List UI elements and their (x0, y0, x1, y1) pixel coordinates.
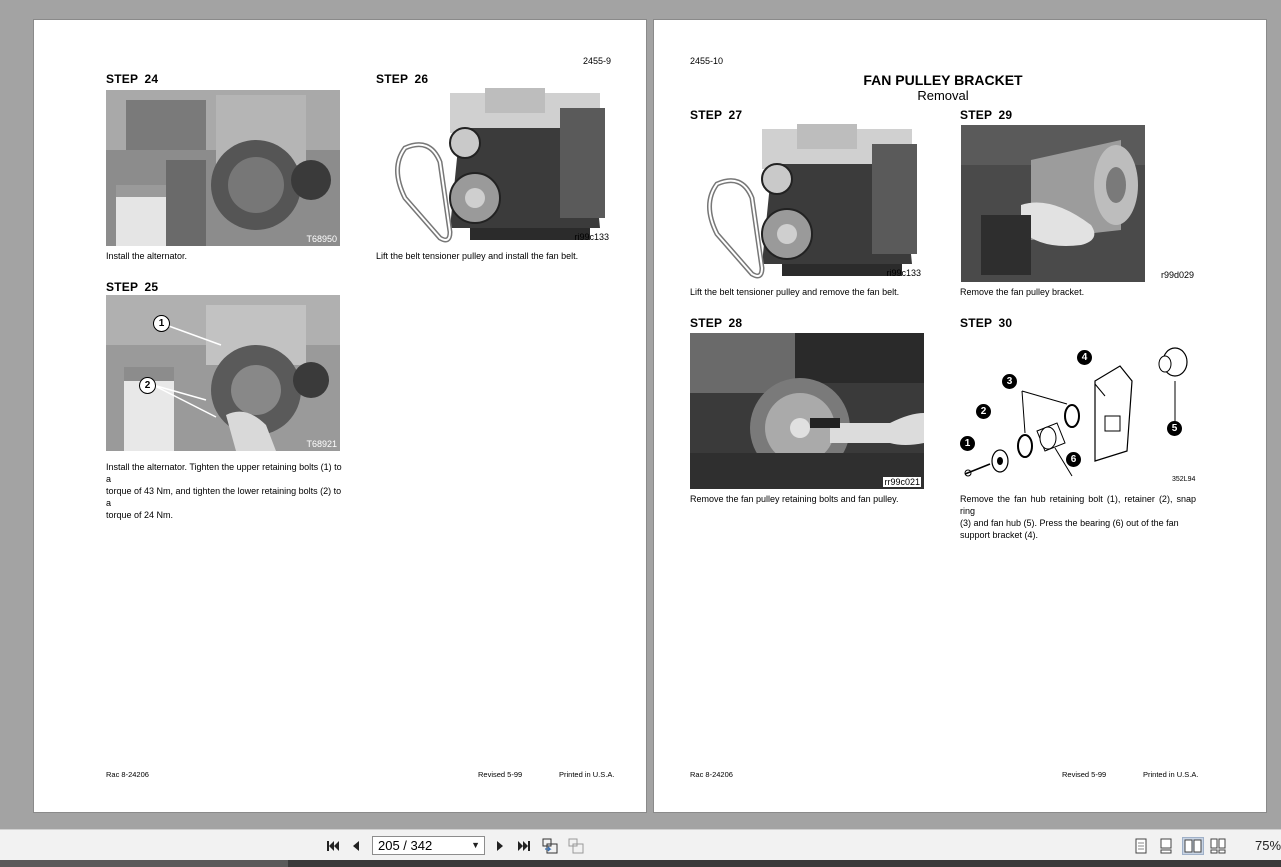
viewer-toolbar: 205 / 342 ▼ 75% (0, 829, 1281, 861)
document-page-left: 2455-9 STEP 24 T68950 Install the altern… (33, 19, 647, 813)
step-27-image-code: ri99c133 (886, 268, 921, 278)
go-back-icon[interactable] (541, 837, 559, 855)
two-page-continuous-view-icon[interactable] (1209, 837, 1227, 855)
step-24-caption: Install the alternator. (106, 251, 188, 261)
step-24-photo: T68950 (106, 90, 340, 246)
step-29-image-code: r99d029 (1161, 270, 1195, 280)
step-25-label: STEP 25 (106, 280, 159, 294)
step-25-image-code: T68921 (306, 439, 337, 449)
step-30-image-code: 352L94 (1172, 476, 1196, 483)
page-selector[interactable]: 205 / 342 ▼ (372, 836, 485, 855)
step-30-caption: Remove the fan hub retaining bolt (1), r… (960, 494, 1196, 540)
footer-document-id: Rac 8-24206 (106, 770, 149, 779)
footer-revised: Revised 5-99 (1062, 770, 1107, 779)
step-24-image-code: T68950 (306, 234, 337, 244)
step-28-caption: Remove the fan pulley retaining bolts an… (690, 494, 899, 504)
step-26-image-code: ri99c133 (574, 232, 609, 242)
zoom-level[interactable]: 75% (1255, 838, 1281, 853)
page-number: 2455-9 (583, 56, 612, 66)
continuous-view-icon[interactable] (1157, 837, 1175, 855)
callout-4: 4 (1077, 350, 1092, 365)
single-page-view-icon[interactable] (1132, 837, 1150, 855)
step-29-caption: Remove the fan pulley bracket. (960, 287, 1085, 297)
step-29-photo (961, 125, 1145, 282)
page-indicator: 205 / 342 (378, 838, 433, 853)
step-26-caption: Lift the belt tensioner pulley and insta… (376, 251, 579, 261)
step-27-label: STEP 27 (690, 108, 743, 122)
callout-2: 2 (976, 404, 991, 419)
callout-5: 5 (1167, 421, 1182, 436)
step-25-caption: Install the alternator. Tighten the uppe… (106, 462, 342, 520)
page-number: 2455-10 (690, 56, 724, 66)
first-page-icon[interactable] (324, 837, 342, 855)
callout-6: 6 (1066, 452, 1081, 467)
prev-page-icon[interactable] (347, 837, 365, 855)
go-forward-icon[interactable] (567, 837, 585, 855)
footer-revised: Revised 5-99 (478, 770, 523, 779)
step-27-caption: Lift the belt tensioner pulley and remov… (690, 287, 900, 297)
horizontal-scrollbar[interactable] (0, 860, 1281, 867)
step-26-label: STEP 26 (376, 72, 429, 86)
last-page-icon[interactable] (515, 837, 533, 855)
footer-document-id: Rac 8-24206 (690, 770, 733, 779)
step-26-photo: ri99c133 (390, 88, 612, 244)
section-title: FAN PULLEY BRACKET (863, 72, 1023, 88)
section-subtitle: Removal (917, 88, 969, 103)
step-25-photo: 1 2 T68921 (106, 295, 340, 451)
callout-1: 1 (960, 436, 975, 451)
step-28-photo: rr99c021 (690, 333, 924, 489)
step-28-image-code: rr99c021 (883, 477, 921, 487)
footer-printed: Printed in U.S.A. (1143, 770, 1199, 779)
callout-3: 3 (1002, 374, 1017, 389)
step-30-label: STEP 30 (960, 316, 1013, 330)
document-page-right: 2455-10 FAN PULLEY BRACKET Removal STEP … (653, 19, 1267, 813)
next-page-icon[interactable] (491, 837, 509, 855)
step-28-label: STEP 28 (690, 316, 743, 330)
step-29-label: STEP 29 (960, 108, 1013, 122)
two-page-view-icon[interactable] (1182, 837, 1204, 855)
scrollbar-thumb[interactable] (0, 860, 288, 867)
step-24-label: STEP 24 (106, 72, 159, 86)
step-27-photo: ri99c133 (702, 124, 924, 280)
step-30-exploded-diagram: 1 2 3 4 5 6 (960, 336, 1196, 486)
callout-2: 2 (139, 377, 156, 394)
chevron-down-icon: ▼ (471, 840, 480, 850)
footer-printed: Printed in U.S.A. (559, 770, 615, 779)
callout-1: 1 (153, 315, 170, 332)
